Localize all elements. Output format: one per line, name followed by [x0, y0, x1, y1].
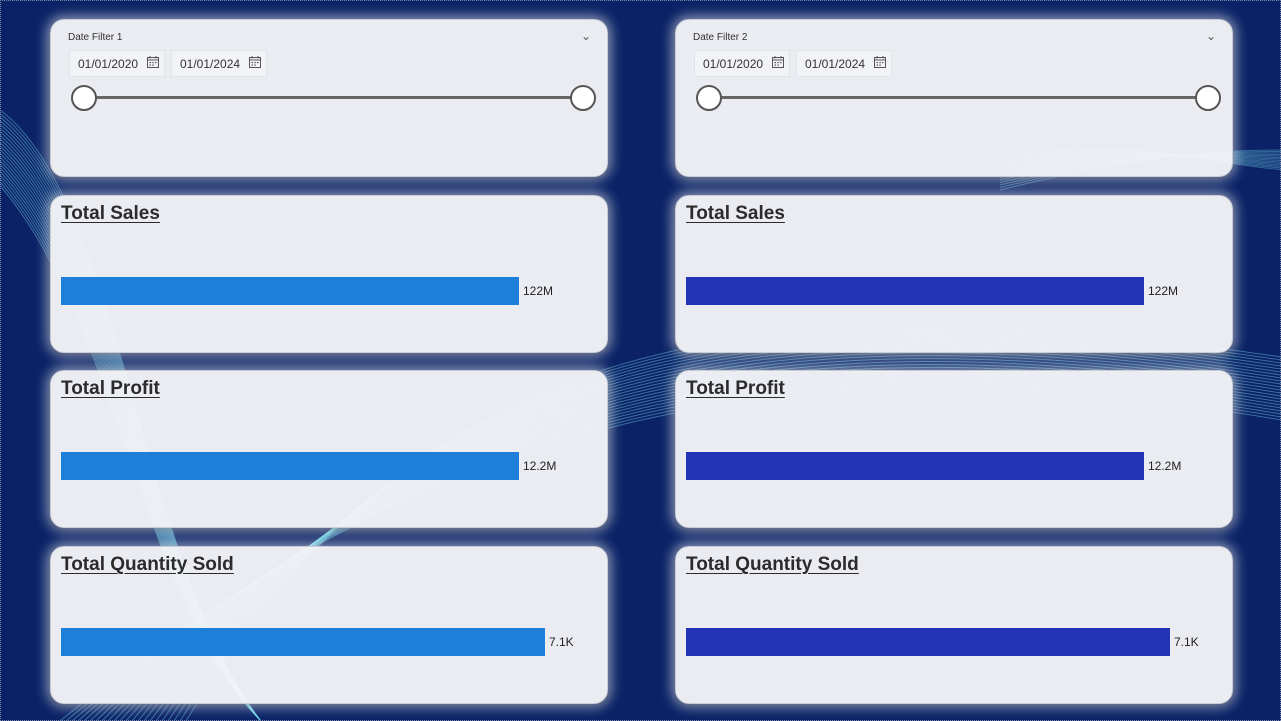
total-quantity-card: Total Quantity Sold 7.1K: [50, 546, 608, 704]
metric-value-label: 122M: [1148, 284, 1179, 298]
range-start-handle[interactable]: [696, 85, 722, 111]
end-date-input[interactable]: 01/01/2024: [796, 50, 892, 77]
metric-value-label: 7.1K: [549, 635, 574, 649]
total-profit-card: Total Profit 12.2M: [50, 370, 608, 528]
date-range-track[interactable]: [83, 96, 583, 99]
total-sales-card: Total Sales 122M: [50, 195, 608, 353]
date-filter-2-title: Date Filter 2: [693, 32, 748, 43]
date-filter-1-card: Date Filter 1 ⌄ 01/01/2020 01/01/2024: [50, 19, 608, 177]
metric-value-label: 7.1K: [1174, 635, 1199, 649]
range-end-handle[interactable]: [570, 85, 596, 111]
metric-title: Total Quantity Sold: [61, 554, 234, 575]
chevron-down-icon[interactable]: ⌄: [581, 29, 591, 43]
calendar-icon[interactable]: [146, 55, 160, 69]
total-quantity-card: Total Quantity Sold 7.1K: [675, 546, 1233, 704]
calendar-icon[interactable]: [771, 55, 785, 69]
date-filter-1-title: Date Filter 1: [68, 32, 123, 43]
calendar-icon[interactable]: [873, 55, 887, 69]
metric-value-label: 12.2M: [523, 459, 557, 473]
metric-title: Total Quantity Sold: [686, 554, 859, 575]
date-filter-2-card: Date Filter 2 ⌄ 01/01/2020 01/01/2024: [675, 19, 1233, 177]
metric-bar[interactable]: [686, 452, 1144, 480]
metric-value-label: 122M: [523, 284, 554, 298]
date-range-track[interactable]: [708, 96, 1208, 99]
metric-value-label: 12.2M: [1148, 459, 1182, 473]
metric-bar[interactable]: [61, 628, 545, 656]
metric-title: Total Sales: [61, 203, 160, 224]
start-date-input[interactable]: 01/01/2020: [694, 50, 790, 77]
metric-title: Total Profit: [686, 378, 785, 399]
metric-title: Total Profit: [61, 378, 160, 399]
metric-bar[interactable]: [686, 628, 1170, 656]
metric-bar[interactable]: [686, 277, 1144, 305]
metric-bar[interactable]: [61, 452, 519, 480]
start-date-value: 01/01/2020: [78, 56, 139, 71]
end-date-value: 01/01/2024: [805, 56, 866, 71]
end-date-value: 01/01/2024: [180, 56, 241, 71]
range-start-handle[interactable]: [71, 85, 97, 111]
calendar-icon[interactable]: [248, 55, 262, 69]
total-sales-card: Total Sales 122M: [675, 195, 1233, 353]
start-date-value: 01/01/2020: [703, 56, 764, 71]
range-end-handle[interactable]: [1195, 85, 1221, 111]
total-profit-card: Total Profit 12.2M: [675, 370, 1233, 528]
end-date-input[interactable]: 01/01/2024: [171, 50, 267, 77]
metric-title: Total Sales: [686, 203, 785, 224]
chevron-down-icon[interactable]: ⌄: [1206, 29, 1216, 43]
metric-bar[interactable]: [61, 277, 519, 305]
start-date-input[interactable]: 01/01/2020: [69, 50, 165, 77]
